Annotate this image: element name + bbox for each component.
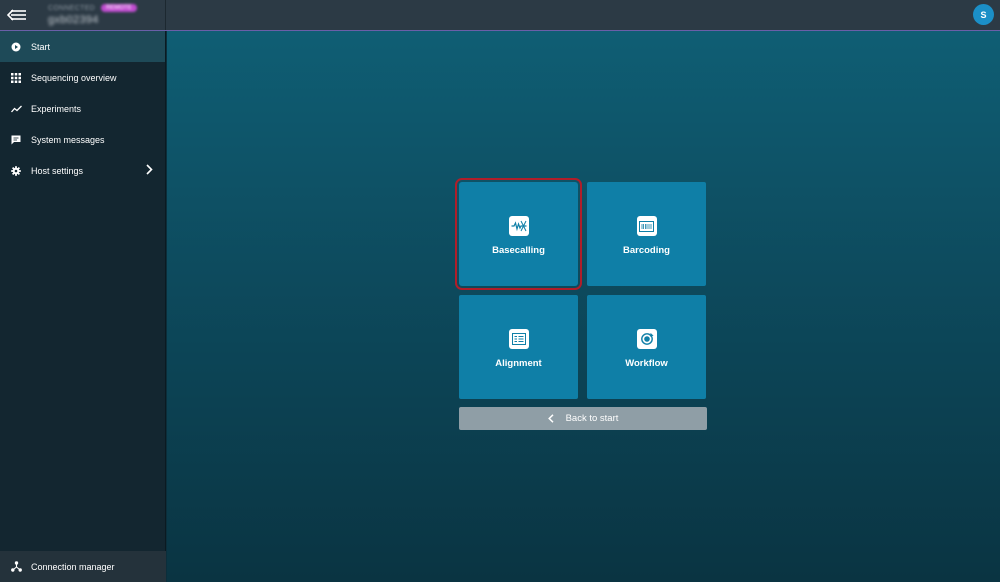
- trend-line-icon: [10, 103, 22, 115]
- tile-barcoding[interactable]: Barcoding: [587, 182, 706, 286]
- back-to-start-button[interactable]: Back to start: [459, 407, 707, 430]
- sidebar-item-label: Start: [31, 41, 51, 52]
- connection-manager-label: Connection manager: [31, 561, 115, 572]
- network-icon: [10, 561, 22, 573]
- tile-label: Barcoding: [623, 245, 670, 256]
- sidebar-item-label: Sequencing overview: [31, 72, 117, 83]
- play-circle-icon: [10, 41, 22, 53]
- connection-manager-button[interactable]: Connection manager: [0, 551, 166, 582]
- host-badge: REMOTE: [101, 4, 137, 12]
- host-name: gxb02394: [48, 14, 99, 26]
- tile-label: Alignment: [495, 358, 542, 369]
- sidebar-item-label: Experiments: [31, 103, 82, 114]
- message-icon: [10, 134, 22, 146]
- sidebar-item-sequencing-overview[interactable]: Sequencing overview: [0, 62, 165, 93]
- main-content: Basecalling Barcoding Alignment Workflow…: [167, 31, 1000, 582]
- sidebar: Start Sequencing overview Experiments Sy…: [0, 31, 166, 582]
- tile-label: Workflow: [625, 358, 668, 369]
- sidebar-item-start[interactable]: Start: [0, 31, 165, 62]
- back-to-start-label: Back to start: [565, 413, 619, 424]
- host-header: CONNECTED REMOTE gxb02394: [0, 0, 166, 30]
- align-list-icon: [508, 329, 529, 349]
- tile-basecalling[interactable]: Basecalling: [455, 178, 582, 290]
- sidebar-item-label: System messages: [31, 134, 105, 145]
- chevron-left-icon: [547, 414, 554, 423]
- tile-alignment[interactable]: Alignment: [459, 295, 578, 399]
- chevron-right-icon: [146, 164, 153, 177]
- sidebar-item-system-messages[interactable]: System messages: [0, 124, 165, 155]
- menu-collapse-button[interactable]: [0, 0, 34, 30]
- sidebar-item-label: Host settings: [31, 165, 84, 176]
- menu-collapse-icon: [7, 9, 26, 21]
- host-status: CONNECTED: [48, 4, 96, 12]
- sidebar-item-host-settings[interactable]: Host settings: [0, 155, 165, 186]
- barcode-icon: [636, 216, 657, 236]
- tile-workflow[interactable]: Workflow: [587, 295, 706, 399]
- workflow-cycle-icon: [636, 329, 657, 349]
- gear-icon: [10, 165, 22, 177]
- top-bar: CONNECTED REMOTE gxb02394 S: [0, 0, 1000, 31]
- waveform-icon: [508, 216, 529, 236]
- host-info[interactable]: CONNECTED REMOTE gxb02394: [34, 4, 137, 26]
- sidebar-item-experiments[interactable]: Experiments: [0, 93, 165, 124]
- tile-label: Basecalling: [492, 245, 545, 256]
- grid-icon: [10, 72, 22, 84]
- user-avatar[interactable]: S: [973, 4, 994, 25]
